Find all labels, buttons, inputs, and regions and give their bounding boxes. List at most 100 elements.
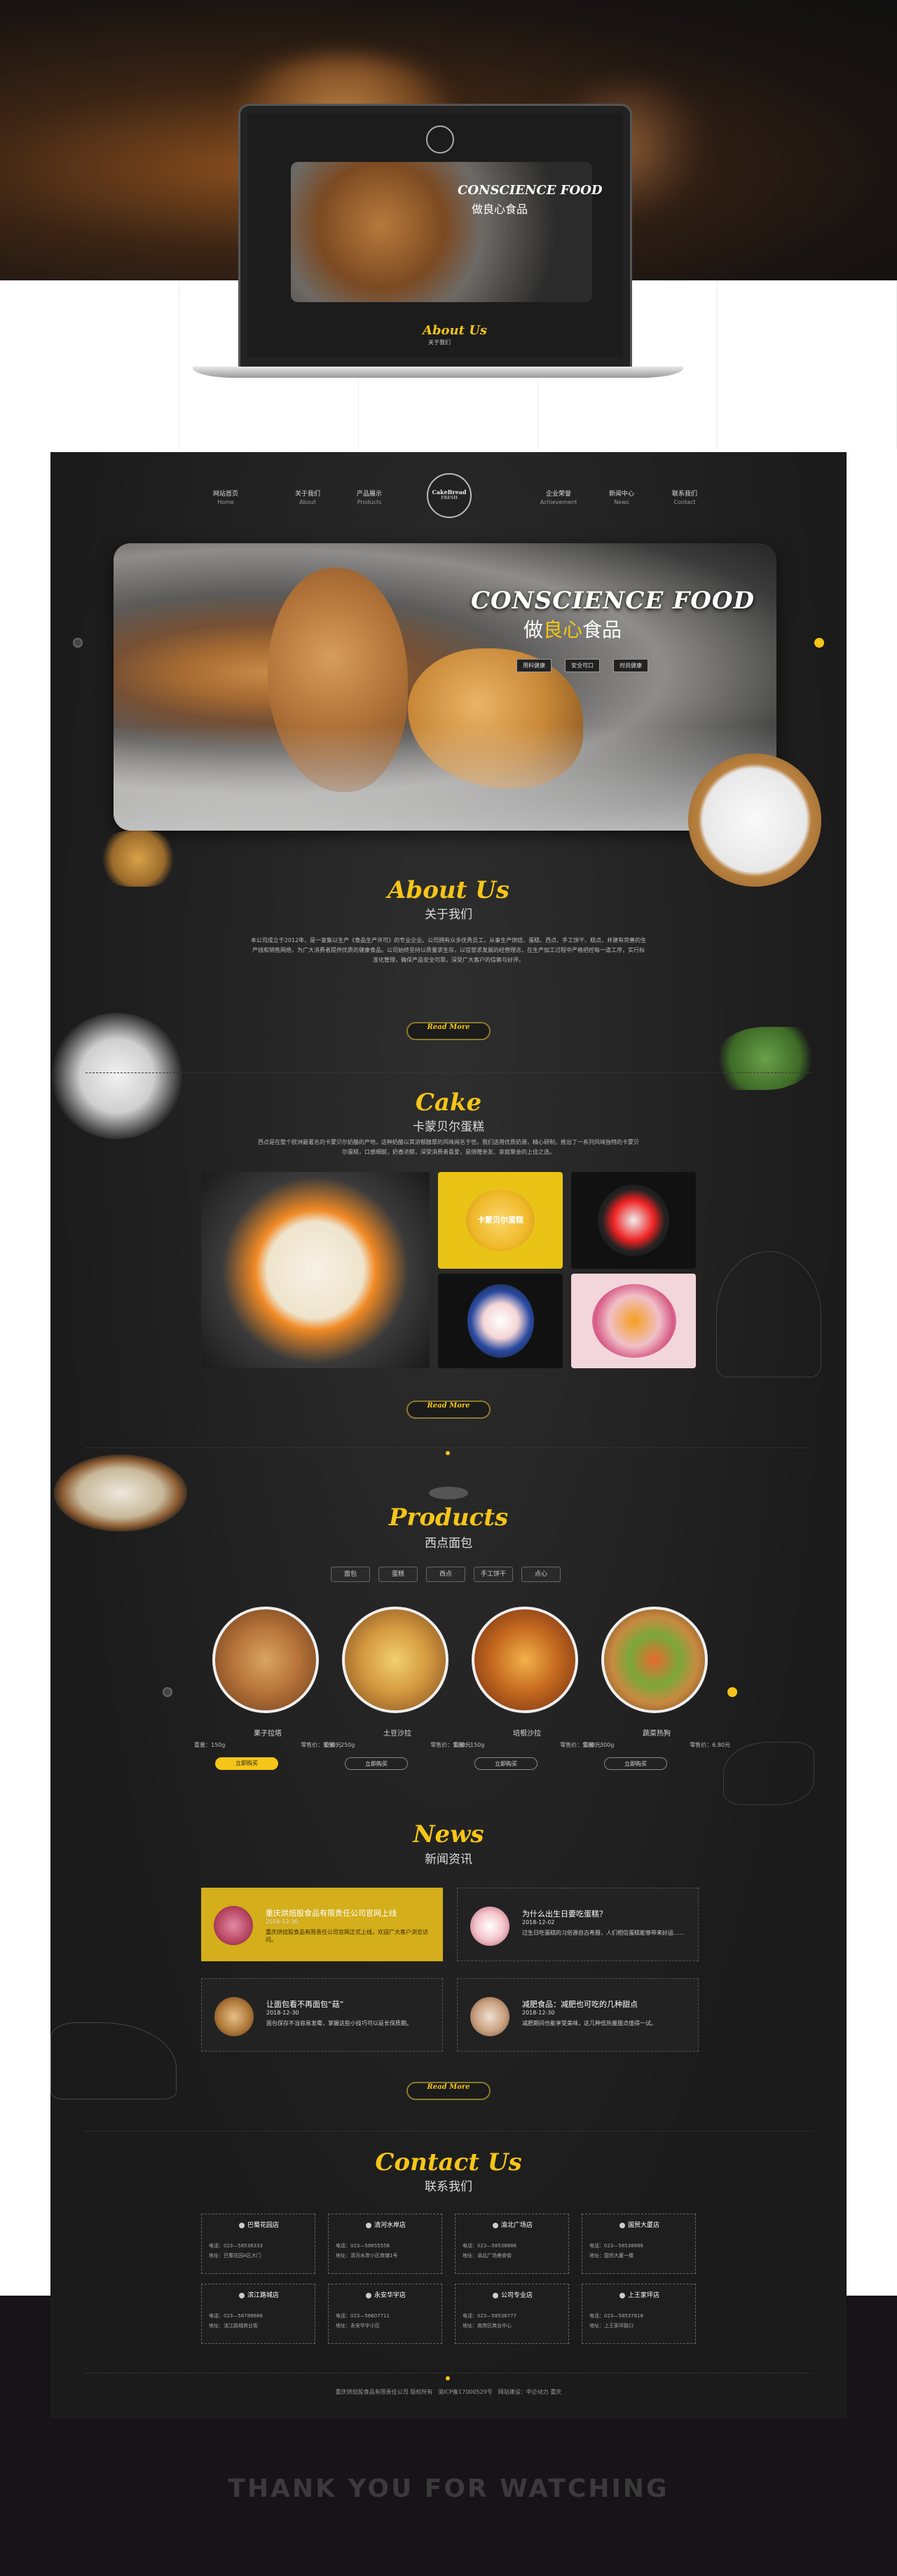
buy-button[interactable]: 立即购买 [215, 1757, 278, 1770]
buy-button[interactable]: 立即购买 [474, 1757, 537, 1770]
tab-bread[interactable]: 面包 [331, 1567, 370, 1582]
product-image[interactable] [212, 1607, 319, 1713]
site-logo[interactable]: CakeBread FRESH [427, 473, 472, 518]
products-next-arrow[interactable] [727, 1687, 737, 1697]
store-card: 巴蜀花园店 电话：023—58538333 地址：巴蜀花园A区大门 [201, 2214, 315, 2274]
location-icon [365, 2222, 371, 2228]
about-read-more-button[interactable]: Read More [406, 1022, 491, 1040]
store-card: 渝北广场店 电话：023—58538888 地址：渝北广场美食街 [455, 2214, 569, 2274]
products-prev-arrow[interactable] [163, 1687, 172, 1697]
cake-thumb-blue[interactable] [438, 1274, 563, 1368]
laptop-hero-subtitle: 做良心食品 [472, 203, 528, 216]
cake-image [592, 1284, 676, 1358]
buy-button[interactable]: 立即购买 [604, 1757, 667, 1770]
product-name: 土豆沙拉 [383, 1730, 411, 1738]
store-tel: 电话：023—58538888 [463, 2243, 516, 2249]
laptop-about-title: About Us [423, 323, 488, 338]
product-tabs: 面包 蛋糕 西点 手工饼干 点心 [331, 1567, 569, 1582]
store-name: 上王家坪店 [627, 2292, 659, 2299]
weight-value: 150g [211, 1742, 226, 1748]
store-card: 公司专业店 电话：023—58538777 地址：南岸区商业中心 [455, 2284, 569, 2344]
main-nav: 网站首页 Home 关于我们 About 产品展示 Products CakeB… [50, 452, 847, 518]
store-address: 地址：国贸大厦一楼 [589, 2253, 634, 2258]
website-page: 网站首页 Home 关于我们 About 产品展示 Products CakeB… [50, 452, 847, 2418]
news-card[interactable]: 重庆烘焙股食品有限责任公司官网上线 2018-12-30 重庆烘焙股食品有限责任… [201, 1888, 443, 1961]
location-icon [238, 2292, 245, 2298]
laptop-base [193, 367, 683, 378]
store-tel: 电话：023—58538777 [463, 2313, 516, 2319]
nav-item-about[interactable]: 关于我们 About [276, 491, 339, 506]
cake-thumb-yellow[interactable]: 卡蒙贝尔蛋糕 [438, 1172, 563, 1269]
store-tel: 电话：023—58788666 [209, 2313, 263, 2319]
news-card[interactable]: 让面包看不再面包“菇” 2018-12-30 面包保存不当容易发霉，掌握这些小技… [201, 1978, 443, 2052]
location-icon [619, 2292, 625, 2298]
bread-icon [429, 1487, 468, 1499]
hero-sub-post: 食品 [582, 618, 622, 641]
product-image[interactable] [342, 1607, 448, 1713]
weight-label: 重量： [453, 1742, 470, 1748]
store-name: 巴蜀花园店 [247, 2222, 279, 2229]
about-paragraph: 本公司成立于2012年，是一家集以生产《食品生产许可》的专业企业。公司拥有众多优… [250, 937, 647, 963]
news-subtitle: 新闻资讯 [425, 1853, 472, 1867]
news-summary: 面包保存不当容易发霉，掌握这些小技巧可以延长保质期。 [266, 2020, 412, 2026]
cake-thumb-pink[interactable] [571, 1274, 696, 1368]
flour-bowl-image [688, 754, 821, 887]
section-divider [85, 2131, 812, 2132]
news-card[interactable]: 减肥食品：减肥也可吃的几种甜点 2018-12-30 减肥期间也能享受美味，这几… [457, 1978, 699, 2052]
weight-value: 150g [470, 1742, 485, 1748]
cake-read-more-button[interactable]: Read More [406, 1401, 491, 1419]
section-divider [85, 1447, 812, 1448]
news-summary: 过生日吃蛋糕的习俗源自古希腊，人们相信蛋糕能够带来好运…… [522, 1930, 685, 1936]
product-name: 蔬菜热狗 [643, 1730, 671, 1738]
tab-pastry[interactable]: 西点 [426, 1567, 465, 1582]
laptop-screen: CONSCIENCE FOOD 做良心食品 About Us 关于我们 [247, 113, 623, 357]
store-tel: 电话：023—58538888 [589, 2243, 643, 2249]
nav-item-en: Products [357, 499, 382, 505]
store-card: 永安华宇店 电话：023—56607711 地址：永安华宇小区 [328, 2284, 442, 2344]
news-read-more-button[interactable]: Read More [406, 2082, 491, 2100]
news-thumbnail [214, 1906, 253, 1945]
section-divider [85, 1072, 812, 1073]
location-icon [365, 2292, 371, 2298]
nav-item-contact[interactable]: 联系我们 Contact [653, 491, 716, 506]
product-image[interactable] [601, 1607, 708, 1713]
products-title: Products [388, 1504, 509, 1532]
hero-prev-arrow[interactable] [73, 638, 83, 648]
weight-label: 重量： [583, 1742, 600, 1748]
store-card: 清河水岸店 电话：023—58655558 地址：清河水岸小区商铺1号 [328, 2214, 442, 2274]
news-date: 2018-12-30 [266, 2010, 299, 2016]
nav-item-news[interactable]: 新闻中心 News [590, 491, 653, 506]
store-address: 地址：永安华宇小区 [336, 2323, 380, 2329]
hero-tag[interactable]: 安全可口 [565, 659, 601, 672]
store-name: 滨江路城店 [247, 2292, 279, 2299]
hero-tag[interactable]: 用料健康 [516, 659, 552, 672]
news-card[interactable]: 为什么出生日要吃蛋糕？ 2018-12-02 过生日吃蛋糕的习俗源自古希腊，人们… [457, 1888, 699, 1961]
hero-tag[interactable]: 时尚健康 [613, 659, 649, 672]
cake-thumb-dark[interactable] [571, 1172, 696, 1269]
chef-sketch-icon [716, 1251, 821, 1377]
store-name: 永安华宇店 [374, 2292, 406, 2299]
tab-cookies[interactable]: 手工饼干 [474, 1567, 513, 1582]
cake-feature-image[interactable] [201, 1172, 430, 1368]
buy-button[interactable]: 立即购买 [345, 1757, 408, 1770]
cake-subtitle: 卡蒙贝尔蛋糕 [413, 1120, 484, 1134]
hero-sub-highlight: 良心 [543, 618, 583, 641]
about-title: About Us [388, 876, 509, 904]
hero-next-arrow[interactable] [814, 638, 824, 648]
tab-cake[interactable]: 蛋糕 [378, 1567, 418, 1582]
weight-value: 300g [600, 1742, 615, 1748]
about-subtitle: 关于我们 [425, 908, 472, 922]
laptop-hero-title: CONSCIENCE FOOD [458, 183, 603, 198]
news-summary: 减肥期间也能享受美味，这几种低热量甜点值得一试。 [522, 2020, 657, 2026]
hero-sub-pre: 做 [523, 618, 544, 641]
nav-item-label: 新闻中心 [608, 491, 634, 498]
location-icon [619, 2222, 625, 2228]
news-summary: 重庆烘焙股食品有限责任公司官网正式上线，欢迎广大客户浏览访问。 [266, 1929, 428, 1943]
laptop-mockup: CONSCIENCE FOOD 做良心食品 About Us 关于我们 [238, 104, 632, 369]
nav-item-products[interactable]: 产品展示 Products [338, 491, 401, 506]
price-value: 6.80元 [712, 1742, 730, 1748]
tab-snacks[interactable]: 点心 [521, 1567, 561, 1582]
nav-item-home[interactable]: 网站首页 Home [194, 491, 257, 506]
product-image[interactable] [472, 1607, 578, 1713]
nav-item-achievement[interactable]: 企业荣誉 Achievement [527, 491, 590, 506]
